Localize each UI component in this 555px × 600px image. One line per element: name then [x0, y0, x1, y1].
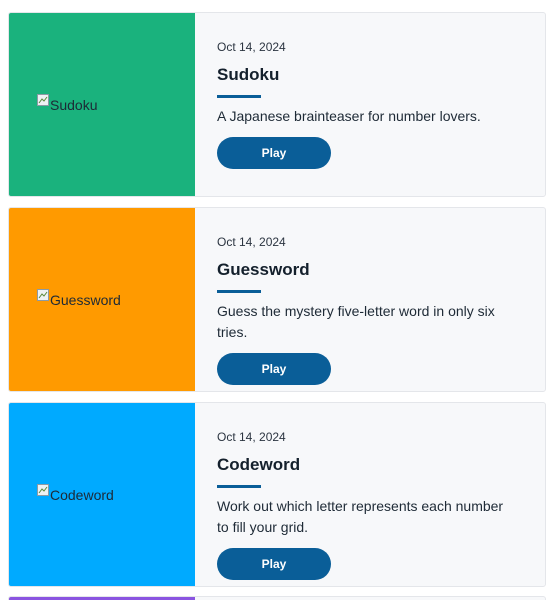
title-underline — [217, 290, 261, 293]
game-card-body: Oct 14, 2024 Codeword Work out which let… — [195, 403, 545, 586]
title-underline — [217, 95, 261, 98]
game-card-body: Oct 14, 2024 Guessword Guess the mystery… — [195, 208, 545, 391]
game-date: Oct 14, 2024 — [217, 40, 286, 54]
game-thumbnail[interactable]: Sudoku — [9, 13, 195, 196]
game-description: A Japanese brainteaser for number lovers… — [217, 108, 481, 124]
game-card-body: Oct 14, 2024 Sudoku A Japanese brainteas… — [195, 13, 545, 196]
game-date: Oct 14, 2024 — [217, 430, 286, 444]
game-image: Codeword — [37, 483, 114, 503]
game-thumbnail[interactable]: Guessword — [9, 208, 195, 391]
broken-image-icon — [37, 483, 49, 496]
game-card-codeword: Codeword Oct 14, 2024 Codeword Work out … — [8, 402, 546, 587]
broken-image-icon — [37, 93, 49, 106]
game-image-alt: Sudoku — [50, 96, 98, 113]
play-button[interactable]: Play — [217, 548, 331, 580]
game-title[interactable]: Sudoku — [217, 64, 523, 86]
play-button[interactable]: Play — [217, 137, 331, 169]
game-description: Work out which letter represents each nu… — [217, 498, 504, 535]
game-image: Guessword — [37, 288, 121, 308]
game-image-alt: Codeword — [50, 486, 114, 503]
game-list: Sudoku Oct 14, 2024 Sudoku A Japanese br… — [0, 0, 555, 600]
game-thumbnail[interactable]: Codeword — [9, 403, 195, 586]
game-title[interactable]: Guessword — [217, 259, 523, 281]
title-underline — [217, 485, 261, 488]
play-button[interactable]: Play — [217, 353, 331, 385]
game-card-partial — [8, 596, 546, 600]
game-description: Guess the mystery five-letter word in on… — [217, 303, 495, 340]
game-card-guessword: Guessword Oct 14, 2024 Guessword Guess t… — [8, 207, 546, 392]
game-image: Sudoku — [37, 93, 98, 113]
game-date: Oct 14, 2024 — [217, 235, 286, 249]
broken-image-icon — [37, 288, 49, 301]
game-image-alt: Guessword — [50, 291, 121, 308]
game-title[interactable]: Codeword — [217, 454, 523, 476]
game-card-sudoku: Sudoku Oct 14, 2024 Sudoku A Japanese br… — [8, 12, 546, 197]
